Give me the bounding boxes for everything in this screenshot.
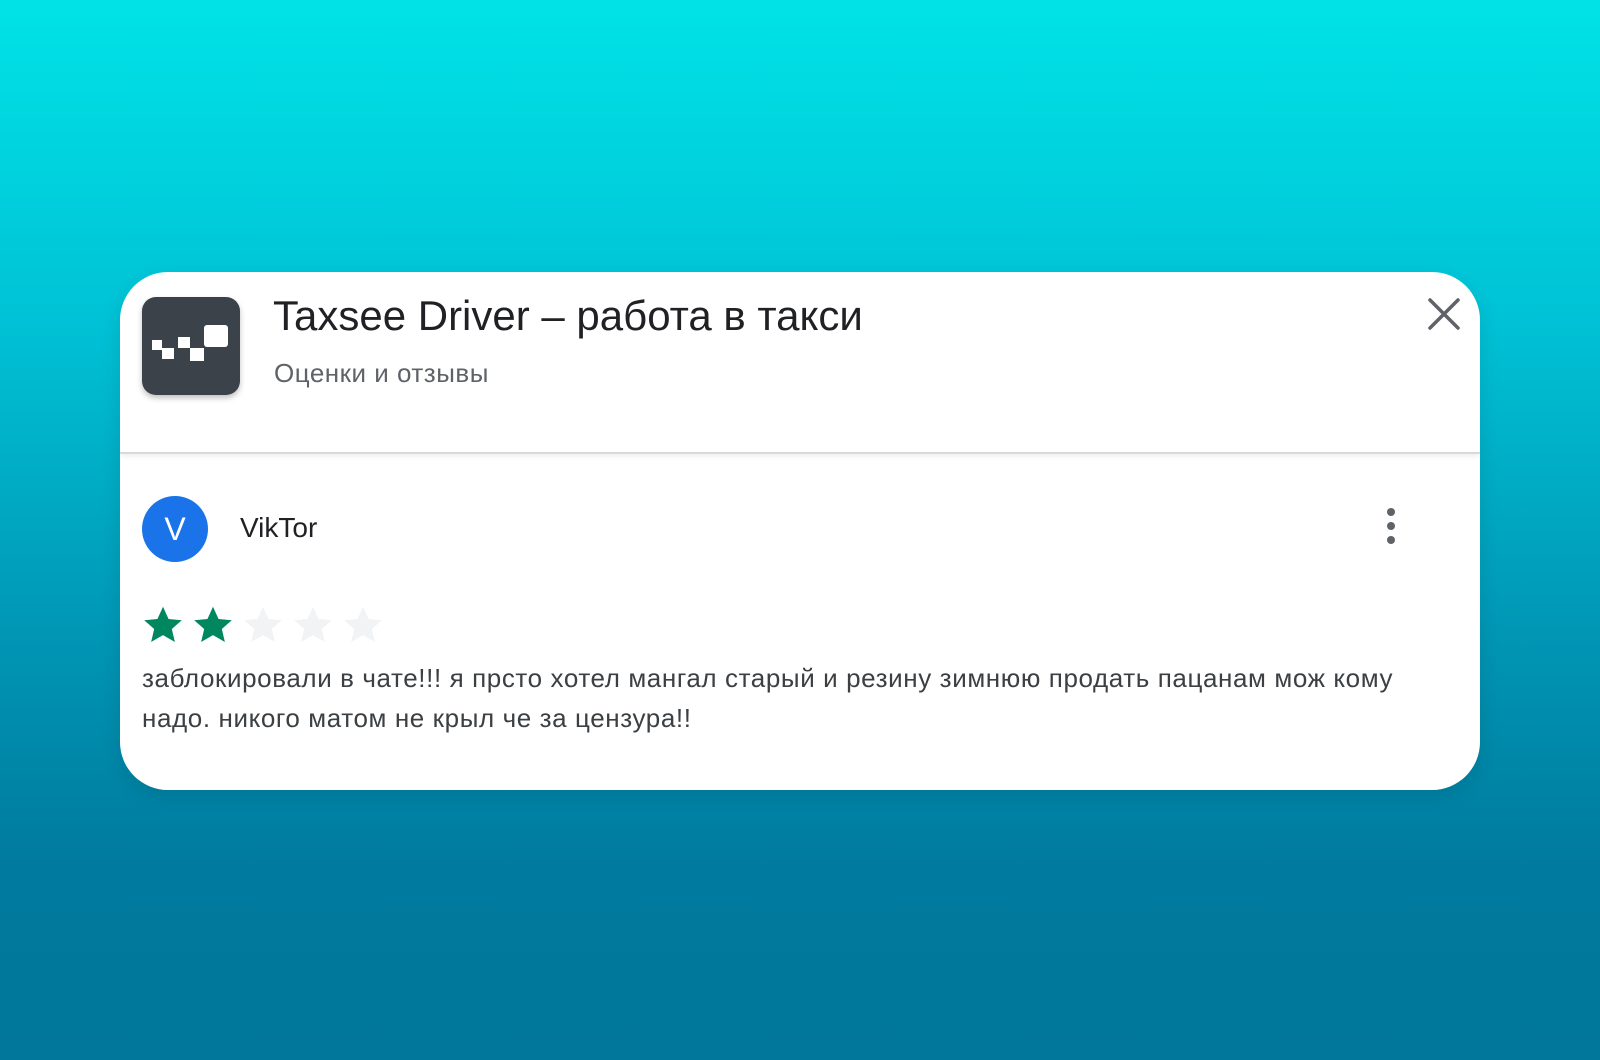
review-item: V VikTor заблокировали в чате!!! я прсто… (120, 454, 1480, 790)
dialog-subtitle: Оценки и отзывы (274, 358, 489, 388)
star-empty-icon (244, 606, 282, 643)
review-text: заблокировали в чате!!! я прсто хотел ма… (142, 663, 1394, 733)
star-filled-icon (144, 606, 182, 643)
more-vertical-icon (1387, 508, 1395, 544)
taxi-checker-icon (152, 325, 228, 361)
app-icon (142, 297, 240, 395)
star-rating (140, 602, 386, 648)
close-button[interactable] (1422, 292, 1466, 336)
close-icon (1428, 298, 1460, 330)
star-empty-icon (344, 606, 382, 643)
avatar: V (142, 496, 208, 562)
reviewer-name: VikTor (240, 512, 318, 543)
star-filled-icon (194, 606, 232, 643)
more-options-button[interactable] (1376, 502, 1406, 552)
star-empty-icon (294, 606, 332, 643)
review-dialog: Taxsee Driver – работа в такси Оценки и … (120, 272, 1480, 790)
dialog-header: Taxsee Driver – работа в такси Оценки и … (120, 272, 1480, 454)
app-title: Taxsee Driver – работа в такси (273, 292, 863, 339)
